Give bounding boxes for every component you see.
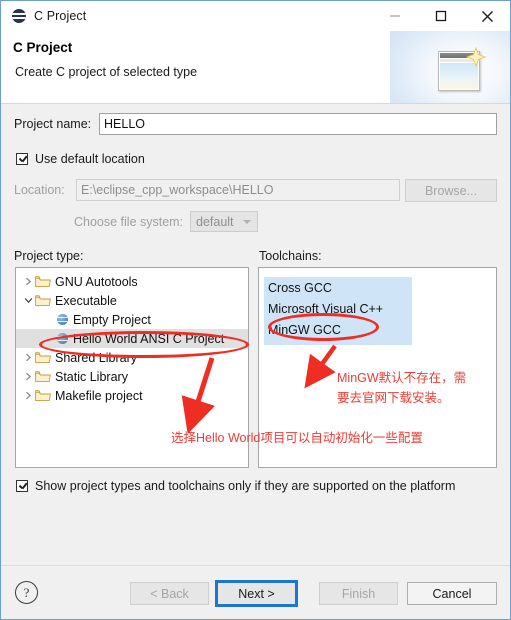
- title-bar: C Project: [1, 1, 510, 31]
- toolchain-item[interactable]: Microsoft Visual C++: [259, 298, 496, 319]
- chevron-right-icon[interactable]: [22, 277, 35, 286]
- next-button[interactable]: Next >: [217, 582, 296, 605]
- close-icon[interactable]: [464, 1, 510, 31]
- file-system-value: default: [196, 214, 234, 229]
- wizard-header: C Project Create C project of selected t…: [1, 31, 510, 104]
- toolchain-item[interactable]: MinGW GCC: [259, 319, 496, 340]
- file-system-row: Choose file system:: [74, 215, 183, 229]
- project-name-input[interactable]: HELLO: [99, 113, 497, 135]
- file-system-select[interactable]: default: [190, 211, 258, 232]
- folder-icon: [35, 389, 51, 402]
- wizard-footer: ? < Back Next > Finish Cancel: [1, 565, 510, 619]
- back-button[interactable]: < Back: [130, 582, 209, 605]
- tree-item[interactable]: Makefile project: [16, 386, 248, 405]
- minimize-icon[interactable]: [372, 1, 418, 31]
- project-icon: [57, 314, 68, 325]
- toolchain-item-label: Microsoft Visual C++: [268, 301, 384, 316]
- project-type-label: Project type:: [14, 249, 84, 263]
- use-default-location-label: Use default location: [35, 152, 145, 166]
- tree-item[interactable]: GNU Autotools: [16, 272, 248, 291]
- show-supported-checkbox[interactable]: Show project types and toolchains only i…: [16, 479, 455, 493]
- project-name-row: Project name:: [14, 117, 91, 131]
- tree-item-label: Empty Project: [73, 312, 151, 327]
- chevron-right-icon[interactable]: [22, 353, 35, 362]
- tree-item-label: GNU Autotools: [55, 274, 138, 289]
- project-name-label: Project name:: [14, 117, 92, 131]
- toolchains-label: Toolchains:: [259, 249, 322, 263]
- eclipse-sphere-icon: [12, 9, 26, 23]
- back-label: < Back: [150, 586, 189, 601]
- sparkle-icon: [466, 47, 486, 67]
- toolchains-list[interactable]: Cross GCC Microsoft Visual C++ MinGW GCC: [258, 267, 497, 468]
- page-title: C Project: [13, 40, 73, 55]
- folder-icon: [35, 370, 51, 383]
- folder-icon: [35, 275, 51, 288]
- toolchain-item-label: MinGW GCC: [268, 322, 341, 337]
- new-project-wizard-icon: [438, 47, 486, 91]
- tree-item[interactable]: Hello World ANSI C Project: [16, 329, 248, 348]
- tree-item-label: Static Library: [55, 369, 128, 384]
- toolchain-item[interactable]: Cross GCC: [259, 277, 496, 298]
- browse-button[interactable]: Browse...: [405, 179, 497, 202]
- chevron-down-icon: [243, 220, 251, 224]
- show-supported-label: Show project types and toolchains only i…: [35, 479, 456, 493]
- chevron-down-icon[interactable]: [22, 296, 35, 305]
- tree-item-label: Executable: [55, 293, 117, 308]
- location-label: Location:: [14, 183, 65, 197]
- project-icon: [57, 333, 68, 344]
- tree-item[interactable]: Empty Project: [16, 310, 248, 329]
- browse-label: Browse...: [424, 183, 478, 198]
- location-value: E:\eclipse_cpp_workspace\HELLO: [81, 183, 274, 197]
- use-default-location-checkbox[interactable]: Use default location: [16, 152, 145, 166]
- folder-icon: [35, 351, 51, 364]
- cancel-label: Cancel: [432, 586, 472, 601]
- window-controls: [372, 1, 510, 31]
- page-subtitle: Create C project of selected type: [15, 65, 198, 79]
- finish-button[interactable]: Finish: [319, 582, 398, 605]
- checkbox-box: [16, 153, 28, 165]
- project-name-value: HELLO: [104, 117, 145, 131]
- tree-item[interactable]: Executable: [16, 291, 248, 310]
- c-project-wizard-window: C Project C Project Create C project of …: [0, 0, 511, 620]
- checkbox-box: [16, 480, 28, 492]
- location-input[interactable]: E:\eclipse_cpp_workspace\HELLO: [76, 179, 400, 201]
- project-type-tree[interactable]: GNU Autotools Executable Empty Project Hell…: [15, 267, 249, 468]
- chevron-right-icon[interactable]: [22, 391, 35, 400]
- window-title: C Project: [34, 9, 87, 23]
- cancel-button[interactable]: Cancel: [407, 582, 497, 605]
- tree-item[interactable]: Static Library: [16, 367, 248, 386]
- maximize-icon[interactable]: [418, 1, 464, 31]
- help-icon[interactable]: ?: [15, 581, 38, 604]
- location-row: Location:: [14, 183, 65, 197]
- tree-item-label: Hello World ANSI C Project: [73, 331, 225, 346]
- tree-item-label: Makefile project: [55, 388, 143, 403]
- tree-item[interactable]: Shared Library: [16, 348, 248, 367]
- folder-icon: [35, 294, 51, 307]
- toolchain-item-label: Cross GCC: [268, 280, 332, 295]
- file-system-label: Choose file system:: [74, 215, 184, 229]
- tree-item-label: Shared Library: [55, 350, 137, 365]
- next-label: Next >: [238, 586, 275, 601]
- wizard-body: Project name: HELLO Use default location…: [1, 104, 510, 565]
- finish-label: Finish: [341, 586, 376, 601]
- chevron-right-icon[interactable]: [22, 372, 35, 381]
